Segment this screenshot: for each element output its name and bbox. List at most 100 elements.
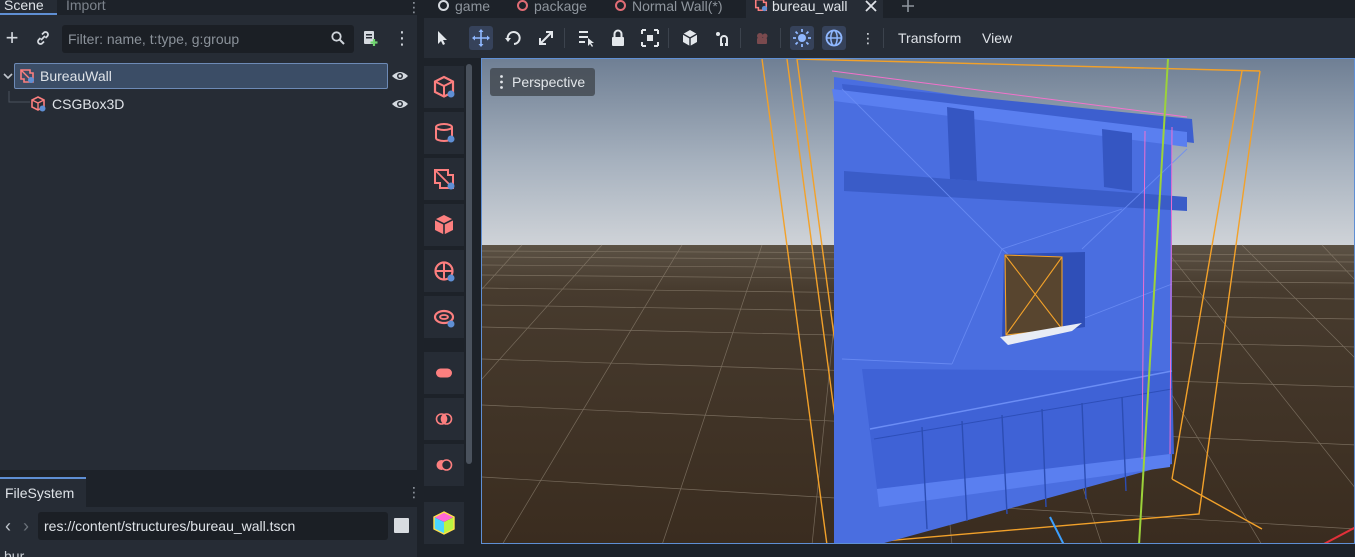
attach-script-button[interactable] xyxy=(358,23,382,56)
material-button[interactable] xyxy=(424,502,464,544)
toggle-split-icon[interactable] xyxy=(394,518,409,533)
csg-box-button[interactable] xyxy=(424,66,464,108)
csg-mesh-button[interactable] xyxy=(424,204,464,246)
left-dock: Scene Import ⋮ + Filter: name, t:type, g… xyxy=(0,0,421,557)
csg-torus-icon xyxy=(433,309,455,328)
rotate-tool-icon[interactable] xyxy=(502,26,526,50)
toolbar-separator xyxy=(780,28,781,48)
perspective-label: Perspective xyxy=(512,74,586,90)
filesystem-panel: ‹ › res://content/structures/bureau_wall… xyxy=(0,507,417,557)
scene-panel: + Filter: name, t:type, g:group ⋮ Bureau… xyxy=(0,15,417,470)
bottom-panel-strip xyxy=(424,545,1355,557)
preview-sun-button[interactable] xyxy=(790,26,814,50)
path-field[interactable]: res://content/structures/bureau_wall.tsc… xyxy=(38,512,388,540)
toolbar-separator xyxy=(564,28,565,48)
tab-label: bureau_wall xyxy=(772,0,848,14)
tree-item-bureauwall[interactable]: BureauWall xyxy=(0,63,417,89)
viewport-toolbar: ⋮ Transform View xyxy=(424,18,1355,58)
scene-dot-icon xyxy=(615,0,626,11)
tab-label: game xyxy=(455,0,491,14)
tab-game[interactable]: game xyxy=(438,0,518,18)
add-tab-icon[interactable] xyxy=(901,0,915,12)
csg-union-button[interactable] xyxy=(424,352,464,394)
tab-package[interactable]: package xyxy=(517,0,617,18)
viewport-options-icon[interactable]: ⋮ xyxy=(861,18,875,58)
tab-import[interactable]: Import xyxy=(66,0,106,15)
tab-label: Normal Wall(*) xyxy=(632,0,723,14)
tree-item-csgbox3d[interactable]: CSGBox3D xyxy=(0,91,417,117)
palette-scrollbar[interactable] xyxy=(466,64,472,464)
csg-cylinder-icon xyxy=(435,123,455,143)
3d-viewport[interactable]: Perspective xyxy=(481,58,1355,544)
scene-options-icon[interactable]: ⋮ xyxy=(390,23,414,53)
globe-icon xyxy=(825,29,843,47)
fs-filter-input[interactable]: bur xyxy=(4,549,24,557)
union-icon xyxy=(436,368,452,378)
filesystem-dock: FileSystem ⋮ ‹ › res://content/structure… xyxy=(0,477,421,557)
csg-box-icon xyxy=(433,75,455,98)
tab-normal-wall[interactable]: Normal Wall(*) xyxy=(615,0,745,18)
group-icon[interactable] xyxy=(638,26,662,50)
csg-combiner-icon xyxy=(20,69,34,83)
link-icon xyxy=(37,31,49,45)
tab-scene[interactable]: Scene xyxy=(0,0,57,15)
snap-icon[interactable] xyxy=(710,26,734,50)
tree-item-label: CSGBox3D xyxy=(52,96,125,112)
visibility-eye-icon[interactable] xyxy=(391,96,409,112)
tab-filesystem[interactable]: FileSystem xyxy=(0,477,86,507)
viewport-scene xyxy=(482,59,1354,543)
instance-scene-button[interactable] xyxy=(31,23,55,55)
subtraction-icon xyxy=(436,459,453,471)
scene-dot-icon xyxy=(517,0,528,11)
scene-filter-box xyxy=(62,25,354,53)
csg-torus-button[interactable] xyxy=(424,296,464,338)
forward-arrow-icon[interactable]: › xyxy=(23,512,29,540)
csg-box-icon xyxy=(31,96,46,112)
close-icon[interactable] xyxy=(865,0,877,12)
dock-menu-icon[interactable]: ⋮ xyxy=(407,0,421,14)
search-icon xyxy=(331,31,345,45)
csg-polygon-button[interactable] xyxy=(424,250,464,292)
move-tool-button[interactable] xyxy=(469,26,493,50)
tab-bureau-wall[interactable]: bureau_wall xyxy=(746,0,883,18)
kebab-menu-icon xyxy=(500,75,503,89)
csg-subtraction-button[interactable] xyxy=(424,444,464,486)
script-add-icon xyxy=(364,31,378,46)
view-menu[interactable]: View xyxy=(982,18,1012,58)
csg-cylinder-button[interactable] xyxy=(424,112,464,154)
back-arrow-icon[interactable]: ‹ xyxy=(5,512,11,540)
csg-combiner-icon xyxy=(434,169,455,190)
csg-polygon-icon xyxy=(434,261,455,282)
perspective-menu-button[interactable]: Perspective xyxy=(490,68,596,96)
sun-icon xyxy=(793,29,811,47)
visibility-eye-icon[interactable] xyxy=(391,68,409,84)
camera-preview-icon[interactable] xyxy=(750,26,774,50)
fs-menu-icon[interactable]: ⋮ xyxy=(407,485,421,499)
material-cube-icon xyxy=(433,511,455,535)
list-select-icon[interactable] xyxy=(574,26,598,50)
scene-toolbar: + Filter: name, t:type, g:group ⋮ xyxy=(0,23,417,53)
local-space-icon[interactable] xyxy=(678,26,702,50)
select-tool-icon[interactable] xyxy=(430,26,454,50)
intersection-icon xyxy=(435,413,453,425)
toolbar-separator xyxy=(740,28,741,48)
toolbar-separator xyxy=(668,28,669,48)
transform-menu[interactable]: Transform xyxy=(898,18,961,58)
chevron-down-icon[interactable] xyxy=(2,71,14,81)
csg-combiner-icon xyxy=(754,0,768,12)
add-node-icon[interactable]: + xyxy=(0,23,24,53)
preview-environment-button[interactable] xyxy=(822,26,846,50)
tree-connector xyxy=(8,91,30,103)
scale-tool-icon[interactable] xyxy=(534,26,558,50)
csg-intersection-button[interactable] xyxy=(424,398,464,440)
move-arrows-icon xyxy=(472,29,490,47)
scene-filter-input[interactable] xyxy=(62,25,317,53)
scene-tabs-bar: game package Normal Wall(*) bureau_wall xyxy=(424,0,1355,18)
tree-item-label: BureauWall xyxy=(40,68,112,84)
tab-label: package xyxy=(534,0,587,14)
csg-mesh-icon xyxy=(434,215,454,235)
toolbar-separator xyxy=(883,28,884,48)
scene-dock-tabs: Scene Import ⋮ xyxy=(0,0,421,15)
csg-combiner-button[interactable] xyxy=(424,158,464,200)
lock-icon[interactable] xyxy=(606,26,630,50)
